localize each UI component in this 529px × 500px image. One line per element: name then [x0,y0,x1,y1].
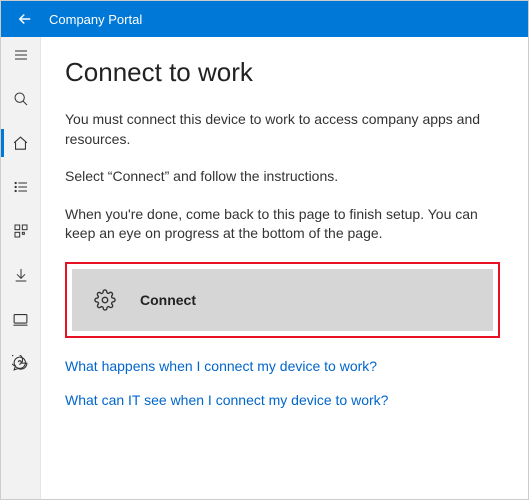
main-content: Connect to work You must connect this de… [41,37,528,499]
back-arrow-icon [16,10,34,28]
gear-icon [94,289,116,311]
hamburger-icon[interactable] [9,43,33,67]
intro-text-3: When you're done, come back to this page… [65,205,500,244]
home-icon[interactable] [9,131,33,155]
connect-label: Connect [140,292,196,308]
link-what-happens[interactable]: What happens when I connect my device to… [65,358,500,374]
download-icon[interactable] [9,263,33,287]
apps-icon[interactable] [9,219,33,243]
list-icon[interactable] [9,175,33,199]
titlebar: Company Portal [1,1,528,37]
search-icon[interactable] [9,87,33,111]
link-what-it-sees[interactable]: What can IT see when I connect my device… [65,392,500,408]
device-icon[interactable] [9,307,33,331]
connect-button[interactable]: Connect [72,269,493,331]
intro-text-1: You must connect this device to work to … [65,110,500,149]
app-title: Company Portal [49,12,142,27]
back-button[interactable] [9,3,41,35]
highlight-annotation: Connect [65,262,500,338]
support-icon[interactable] [9,351,33,375]
page-title: Connect to work [65,57,500,88]
sidebar [1,37,41,499]
intro-text-2: Select “Connect” and follow the instruct… [65,167,500,187]
